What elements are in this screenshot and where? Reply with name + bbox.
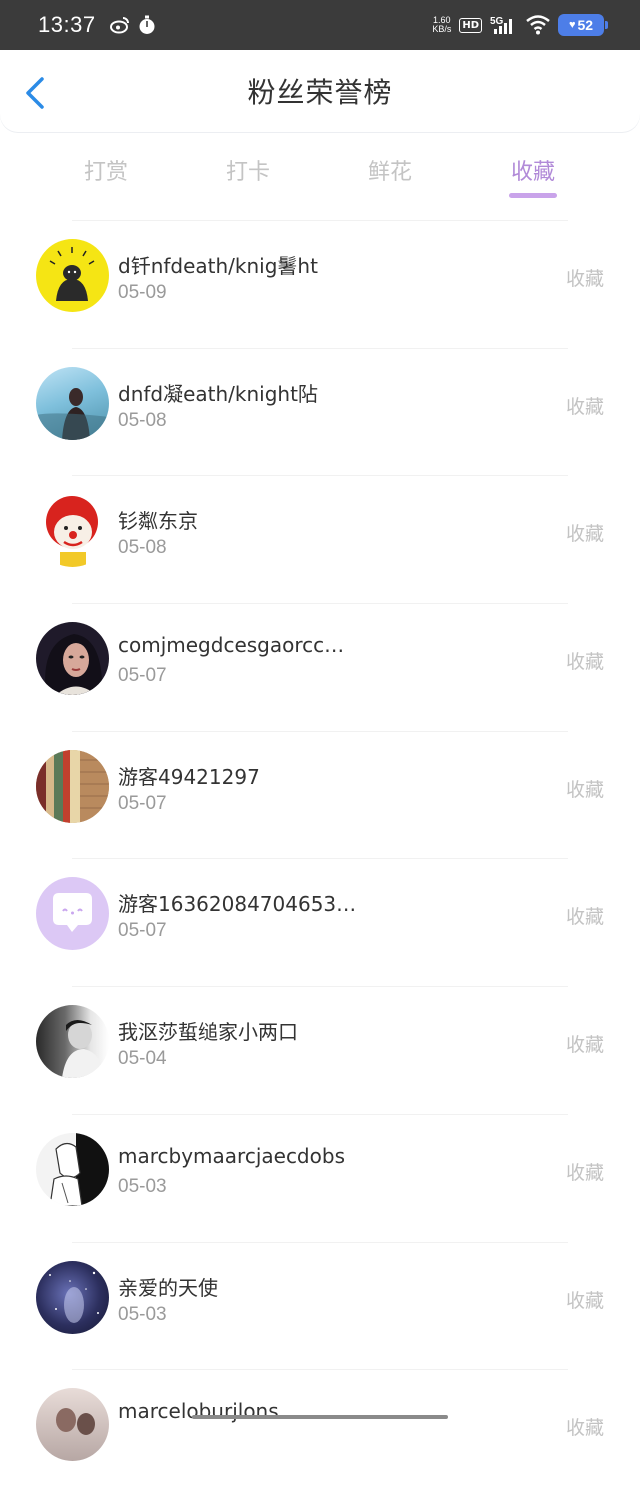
date: 05-08 [118,409,167,431]
list-item[interactable]: d钎nfdeath/knig鬐ht 05-09 收藏 [0,220,640,348]
list-item[interactable]: 我沤莎蜇缒家小两口 05-04 收藏 [0,986,640,1114]
date: 05-04 [118,1048,167,1070]
home-indicator[interactable] [192,1415,448,1419]
nickname: d钎nfdeath/knig鬐ht [118,254,318,278]
action-label: 收藏 [565,651,604,674]
weibo-icon [109,17,129,34]
divider [72,986,568,988]
avatar[interactable] [36,239,109,312]
avatar[interactable] [36,366,109,440]
svg-text:5G: 5G [490,16,504,27]
tab-reward[interactable]: 打赏 [66,154,146,186]
action-label: 收藏 [565,523,604,546]
divider [72,1241,568,1243]
list-item[interactable]: 钐粼东京 05-08 收藏 [0,475,640,603]
status-bar: 13:37 1.60 KB/s HD 5G ♥ 52 [0,0,640,50]
page-title: 粉丝荣誉榜 [247,76,393,109]
avatar[interactable] [36,1260,109,1334]
list-item[interactable]: marceloburjlons 收藏 [0,1369,640,1497]
signal-5g-icon: 5G [490,16,512,34]
divider [72,220,568,221]
list-item[interactable]: dnfd凝eath/knight阽 05-08 收藏 [0,347,640,476]
divider [72,1113,568,1115]
nickname: 游客16362084704653… [118,892,357,917]
date: 05-07 [118,665,167,687]
nickname: dnfd凝eath/knight阽 [118,381,318,406]
heart-icon: ♥ [568,19,576,31]
tab-bar: 打赏 打卡 鲜花 收藏 [0,132,640,220]
date: 05-03 [118,1303,167,1325]
nickname: marceloburjlons [118,1399,279,1424]
divider [72,858,568,860]
default-chat-avatar[interactable] [36,877,109,951]
avatar[interactable] [36,749,109,823]
action-label: 收藏 [565,906,604,929]
header: 粉丝荣誉榜 [0,50,640,132]
tab-flowers[interactable]: 鲜花 [350,154,430,186]
list-item[interactable]: 游客49421297 05-07 收藏 [0,730,640,859]
wifi-icon [526,15,550,35]
date: 05-03 [118,1175,167,1197]
list-item[interactable]: 亲爱的天使 05-03 收藏 [0,1241,640,1370]
action-label: 收藏 [565,268,604,290]
action-label: 收藏 [565,395,604,418]
action-label: 收藏 [565,1417,604,1440]
timer-icon [139,15,155,34]
status-time: 13:37 [38,12,96,37]
divider [72,475,568,477]
nickname: marcbymaarcjaecdobs [118,1143,345,1168]
nickname: 钐粼东京 [118,509,198,534]
date: 05-07 [118,792,167,814]
nickname: 我沤莎蜇缒家小两口 [118,1020,298,1045]
date: 05-08 [118,537,167,559]
action-label: 收藏 [565,778,604,801]
net-speed: 1.60 KB/s [432,15,452,34]
back-arrow-icon[interactable] [22,76,52,110]
avatar[interactable] [36,1005,109,1079]
avatar[interactable] [36,1388,109,1462]
avatar[interactable] [36,622,109,696]
tab-checkin[interactable]: 打卡 [208,154,288,186]
list-item[interactable]: comjmegdcesgaorcc… 05-07 收藏 [0,603,640,731]
nickname: comjmegdcesgaorcc… [118,633,345,658]
divider [72,603,568,605]
action-label: 收藏 [565,1289,604,1312]
date: 05-07 [118,920,167,942]
divider [72,347,568,349]
avatar[interactable] [36,494,109,568]
action-label: 收藏 [565,1161,604,1184]
active-tab-indicator [509,193,557,198]
divider [72,730,568,732]
nickname: 亲爱的天使 [118,1275,218,1300]
divider [72,1369,568,1371]
hd-badge: HD [459,17,482,33]
nickname: 游客49421297 [118,764,260,789]
avatar[interactable] [36,1132,109,1206]
action-label: 收藏 [565,1034,604,1057]
list-item[interactable]: marcbymaarcjaecdobs 05-03 收藏 [0,1113,640,1242]
battery-indicator: ♥ 52 [558,14,608,36]
list-item[interactable]: 游客16362084704653… 05-07 收藏 [0,858,640,986]
fan-list: d钎nfdeath/knig鬐ht 05-09 收藏 dnfd凝eath/kni… [0,220,640,1497]
tab-favorites[interactable]: 收藏 [493,154,573,186]
date: 05-09 [118,282,167,303]
